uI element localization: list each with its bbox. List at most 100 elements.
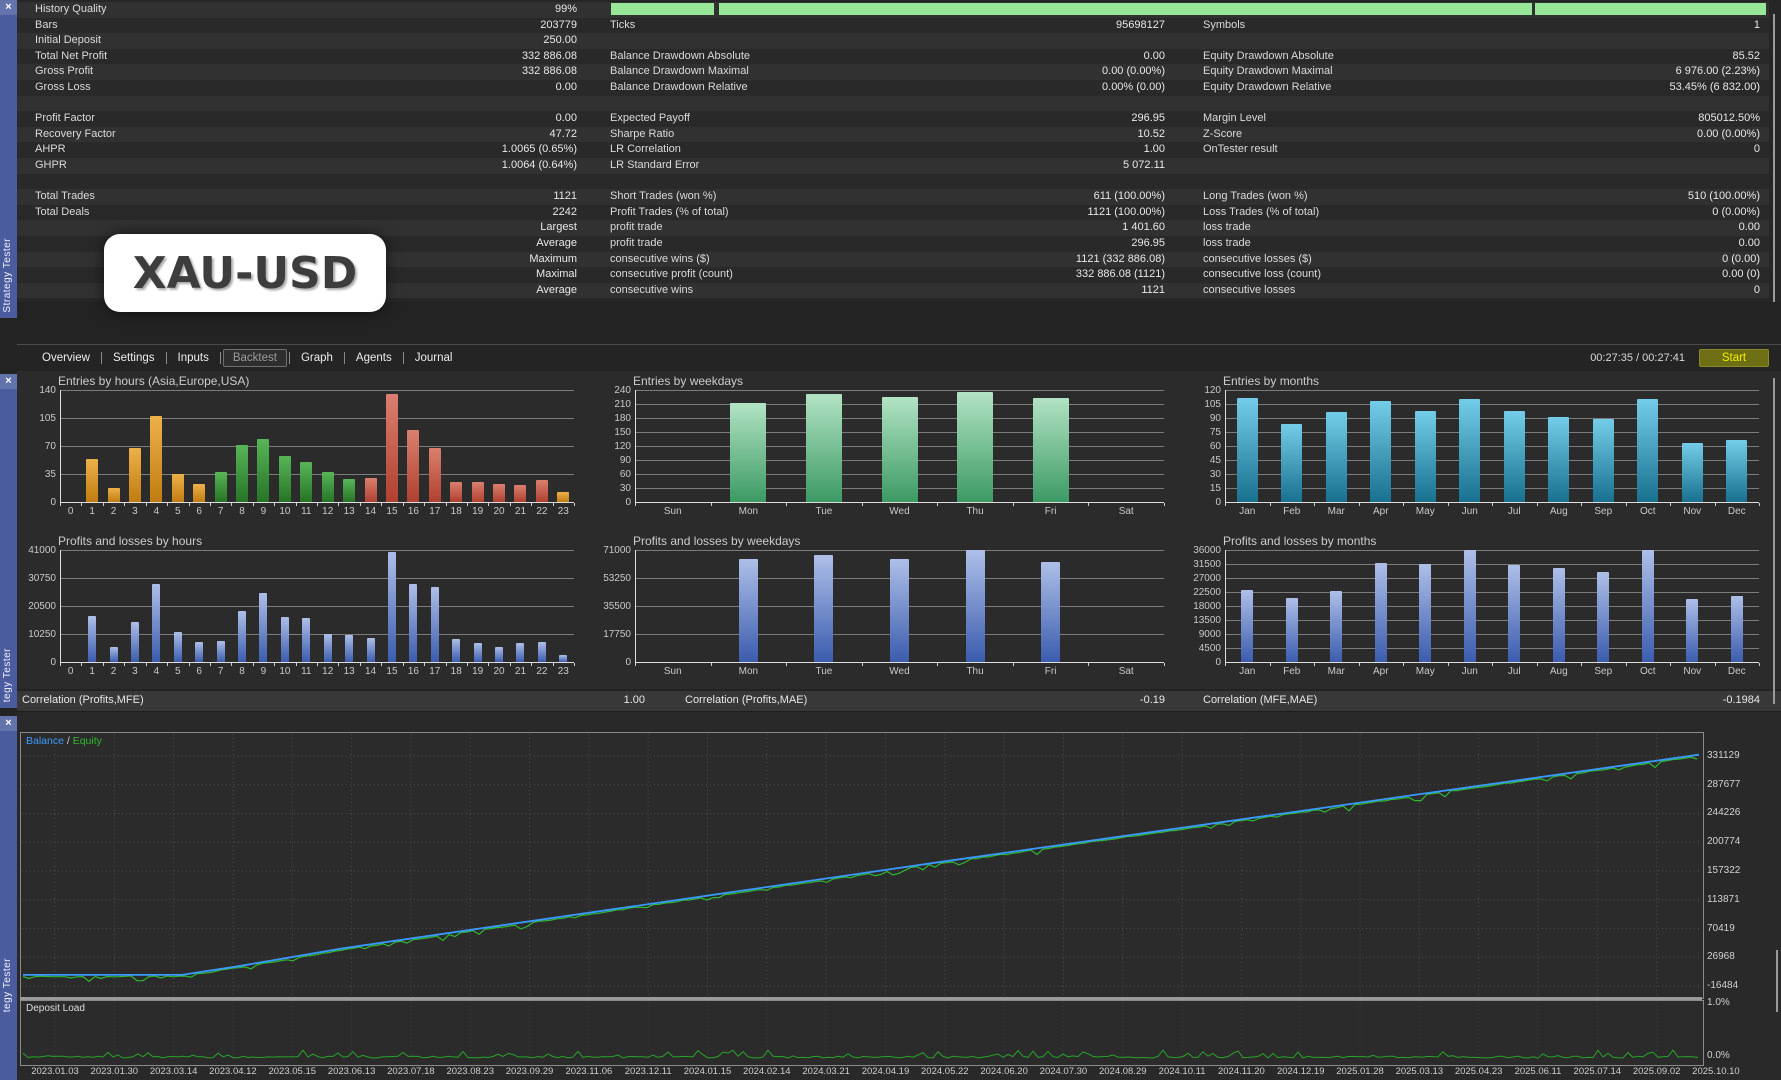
stat-label: consecutive wins ($) (610, 252, 710, 268)
date-label: 2023.01.30 (82, 1066, 146, 1077)
correlation-label: Correlation (Profits,MFE) (22, 691, 144, 710)
stats-row[interactable] (17, 174, 1769, 190)
gridline (1225, 550, 1759, 551)
stats-row[interactable]: Gross Loss0.00Balance Drawdown Relative0… (17, 80, 1769, 96)
stats-row[interactable]: Total Trades1121Short Trades (won %)611 … (17, 189, 1769, 205)
bar-14 (367, 638, 375, 662)
y-tick-label: 9000 (1185, 629, 1221, 640)
gridline (1225, 606, 1759, 607)
scrollbar[interactable] (1773, 14, 1775, 302)
stat-label: profit trade (610, 220, 663, 236)
date-label: 2024.06.20 (972, 1066, 1036, 1077)
deposit-load-max: 1.0% (1707, 997, 1730, 1008)
stat-value: 0 (1560, 142, 1760, 158)
strategy-tester-vertical-label: tegy Tester (2, 648, 15, 702)
bar-Jan (1237, 398, 1258, 502)
y-tick-label: 180 (595, 413, 631, 424)
stat-label: Balance Drawdown Maximal (610, 64, 749, 80)
stats-row[interactable]: Profit Factor0.00Expected Payoff296.95Ma… (17, 111, 1769, 127)
tab-agents[interactable]: Agents (347, 349, 401, 367)
tab-overview[interactable]: Overview (33, 349, 99, 367)
close-icon[interactable]: × (0, 374, 17, 389)
stats-row[interactable]: Bars203779Ticks95698127Symbols1 (17, 18, 1769, 34)
tab-graph[interactable]: Graph (292, 349, 342, 367)
bar-23 (559, 655, 567, 662)
correlation-value: 1.00 (525, 691, 645, 710)
bar-21 (516, 643, 524, 662)
date-label: 2023.11.06 (557, 1066, 621, 1077)
x-tick (635, 503, 636, 506)
stat-value: 95698127 (965, 18, 1165, 34)
y-tick-label: 20500 (20, 601, 56, 612)
y-tick-label: 71000 (595, 545, 631, 556)
chart-entries-months: Entries by months0153045607590105120JanF… (1185, 373, 1765, 529)
tab-settings[interactable]: Settings (104, 349, 164, 367)
y-tick-label: 53250 (595, 573, 631, 584)
y-tick-label: 0 (595, 497, 631, 508)
x-tick-label: Dec (1715, 666, 1759, 677)
close-icon[interactable]: × (0, 0, 17, 15)
stat-label: consecutive loss (count) (1203, 267, 1321, 283)
bar-1 (86, 459, 98, 502)
y-axis (60, 550, 61, 663)
watermark-text: XAU-USD (133, 248, 358, 299)
bar-13 (345, 635, 353, 662)
bar-6 (195, 642, 203, 662)
x-tick-label: Oct (1626, 666, 1670, 677)
tab-backtest[interactable]: Backtest (223, 349, 287, 367)
date-label: 2023.06.13 (320, 1066, 384, 1077)
scrollbar[interactable] (1776, 950, 1778, 1012)
bar-3 (129, 448, 141, 502)
y-axis (1225, 550, 1226, 663)
start-button[interactable]: Start (1699, 349, 1769, 367)
strategy-tester-vertical-label: Strategy Tester (2, 238, 15, 313)
bar-Tue (806, 394, 842, 502)
x-tick (786, 503, 787, 506)
stat-value: 0.00 (0) (1560, 267, 1760, 283)
stat-label: Margin Level (1203, 111, 1266, 127)
x-tick (1013, 663, 1014, 666)
stat-value: Maximal (377, 267, 577, 283)
bar-20 (493, 484, 505, 502)
strategy-tester-vertical-label: tegy Tester (2, 958, 15, 1012)
date-label: 2023.03.14 (142, 1066, 206, 1077)
stats-row[interactable]: Initial Deposit250.00 (17, 33, 1769, 49)
stats-row[interactable]: Total Deals2242Profit Trades (% of total… (17, 205, 1769, 221)
stats-row[interactable]: Gross Profit332 886.08Balance Drawdown M… (17, 64, 1769, 80)
stat-value: 510 (100.00%) (1560, 189, 1760, 205)
tab-journal[interactable]: Journal (406, 349, 462, 367)
x-tick-label: Thu (953, 506, 997, 517)
bar-19 (472, 482, 484, 502)
panel-strip-charts: × tegy Tester (0, 374, 17, 708)
scrollbar[interactable] (1773, 378, 1775, 704)
stats-row[interactable]: Recovery Factor47.72Sharpe Ratio10.52Z-S… (17, 127, 1769, 143)
stats-row[interactable]: Total Net Profit332 886.08Balance Drawdo… (17, 49, 1769, 65)
bar-Fri (1041, 562, 1060, 662)
stat-value: 2242 (377, 205, 577, 221)
x-tick-label: Sat (1104, 666, 1148, 677)
tab-inputs[interactable]: Inputs (169, 349, 218, 367)
stat-value: 296.95 (965, 111, 1165, 127)
bar-22 (536, 480, 548, 502)
stat-label: LR Standard Error (610, 158, 699, 174)
bar-Sep (1593, 419, 1614, 502)
x-tick-label: Nov (1670, 666, 1714, 677)
date-label: 2025.06.11 (1506, 1066, 1570, 1077)
close-icon[interactable]: × (0, 716, 17, 731)
stats-row[interactable] (17, 96, 1769, 112)
x-tick (711, 503, 712, 506)
stat-value: 1121 (965, 283, 1165, 299)
x-tick-label: Sep (1581, 666, 1625, 677)
y-tick-label: 0 (1185, 657, 1221, 668)
x-tick-label: 23 (541, 666, 585, 677)
gridline (1225, 634, 1759, 635)
tab-separator (289, 352, 290, 364)
stats-row[interactable]: GHPR1.0064 (0.64%)LR Standard Error5 072… (17, 158, 1769, 174)
date-label: 2024.12.19 (1269, 1066, 1333, 1077)
y-tick-label: 60 (1185, 441, 1221, 452)
stat-value: 0.00 (965, 49, 1165, 65)
balance-y-label: 331129 (1707, 750, 1740, 761)
stat-label: consecutive losses ($) (1203, 252, 1312, 268)
stats-row[interactable]: AHPR1.0065 (0.65%)LR Correlation1.00OnTe… (17, 142, 1769, 158)
balance-panel: Balance / Equity 33112928767724422620077… (17, 712, 1781, 1080)
